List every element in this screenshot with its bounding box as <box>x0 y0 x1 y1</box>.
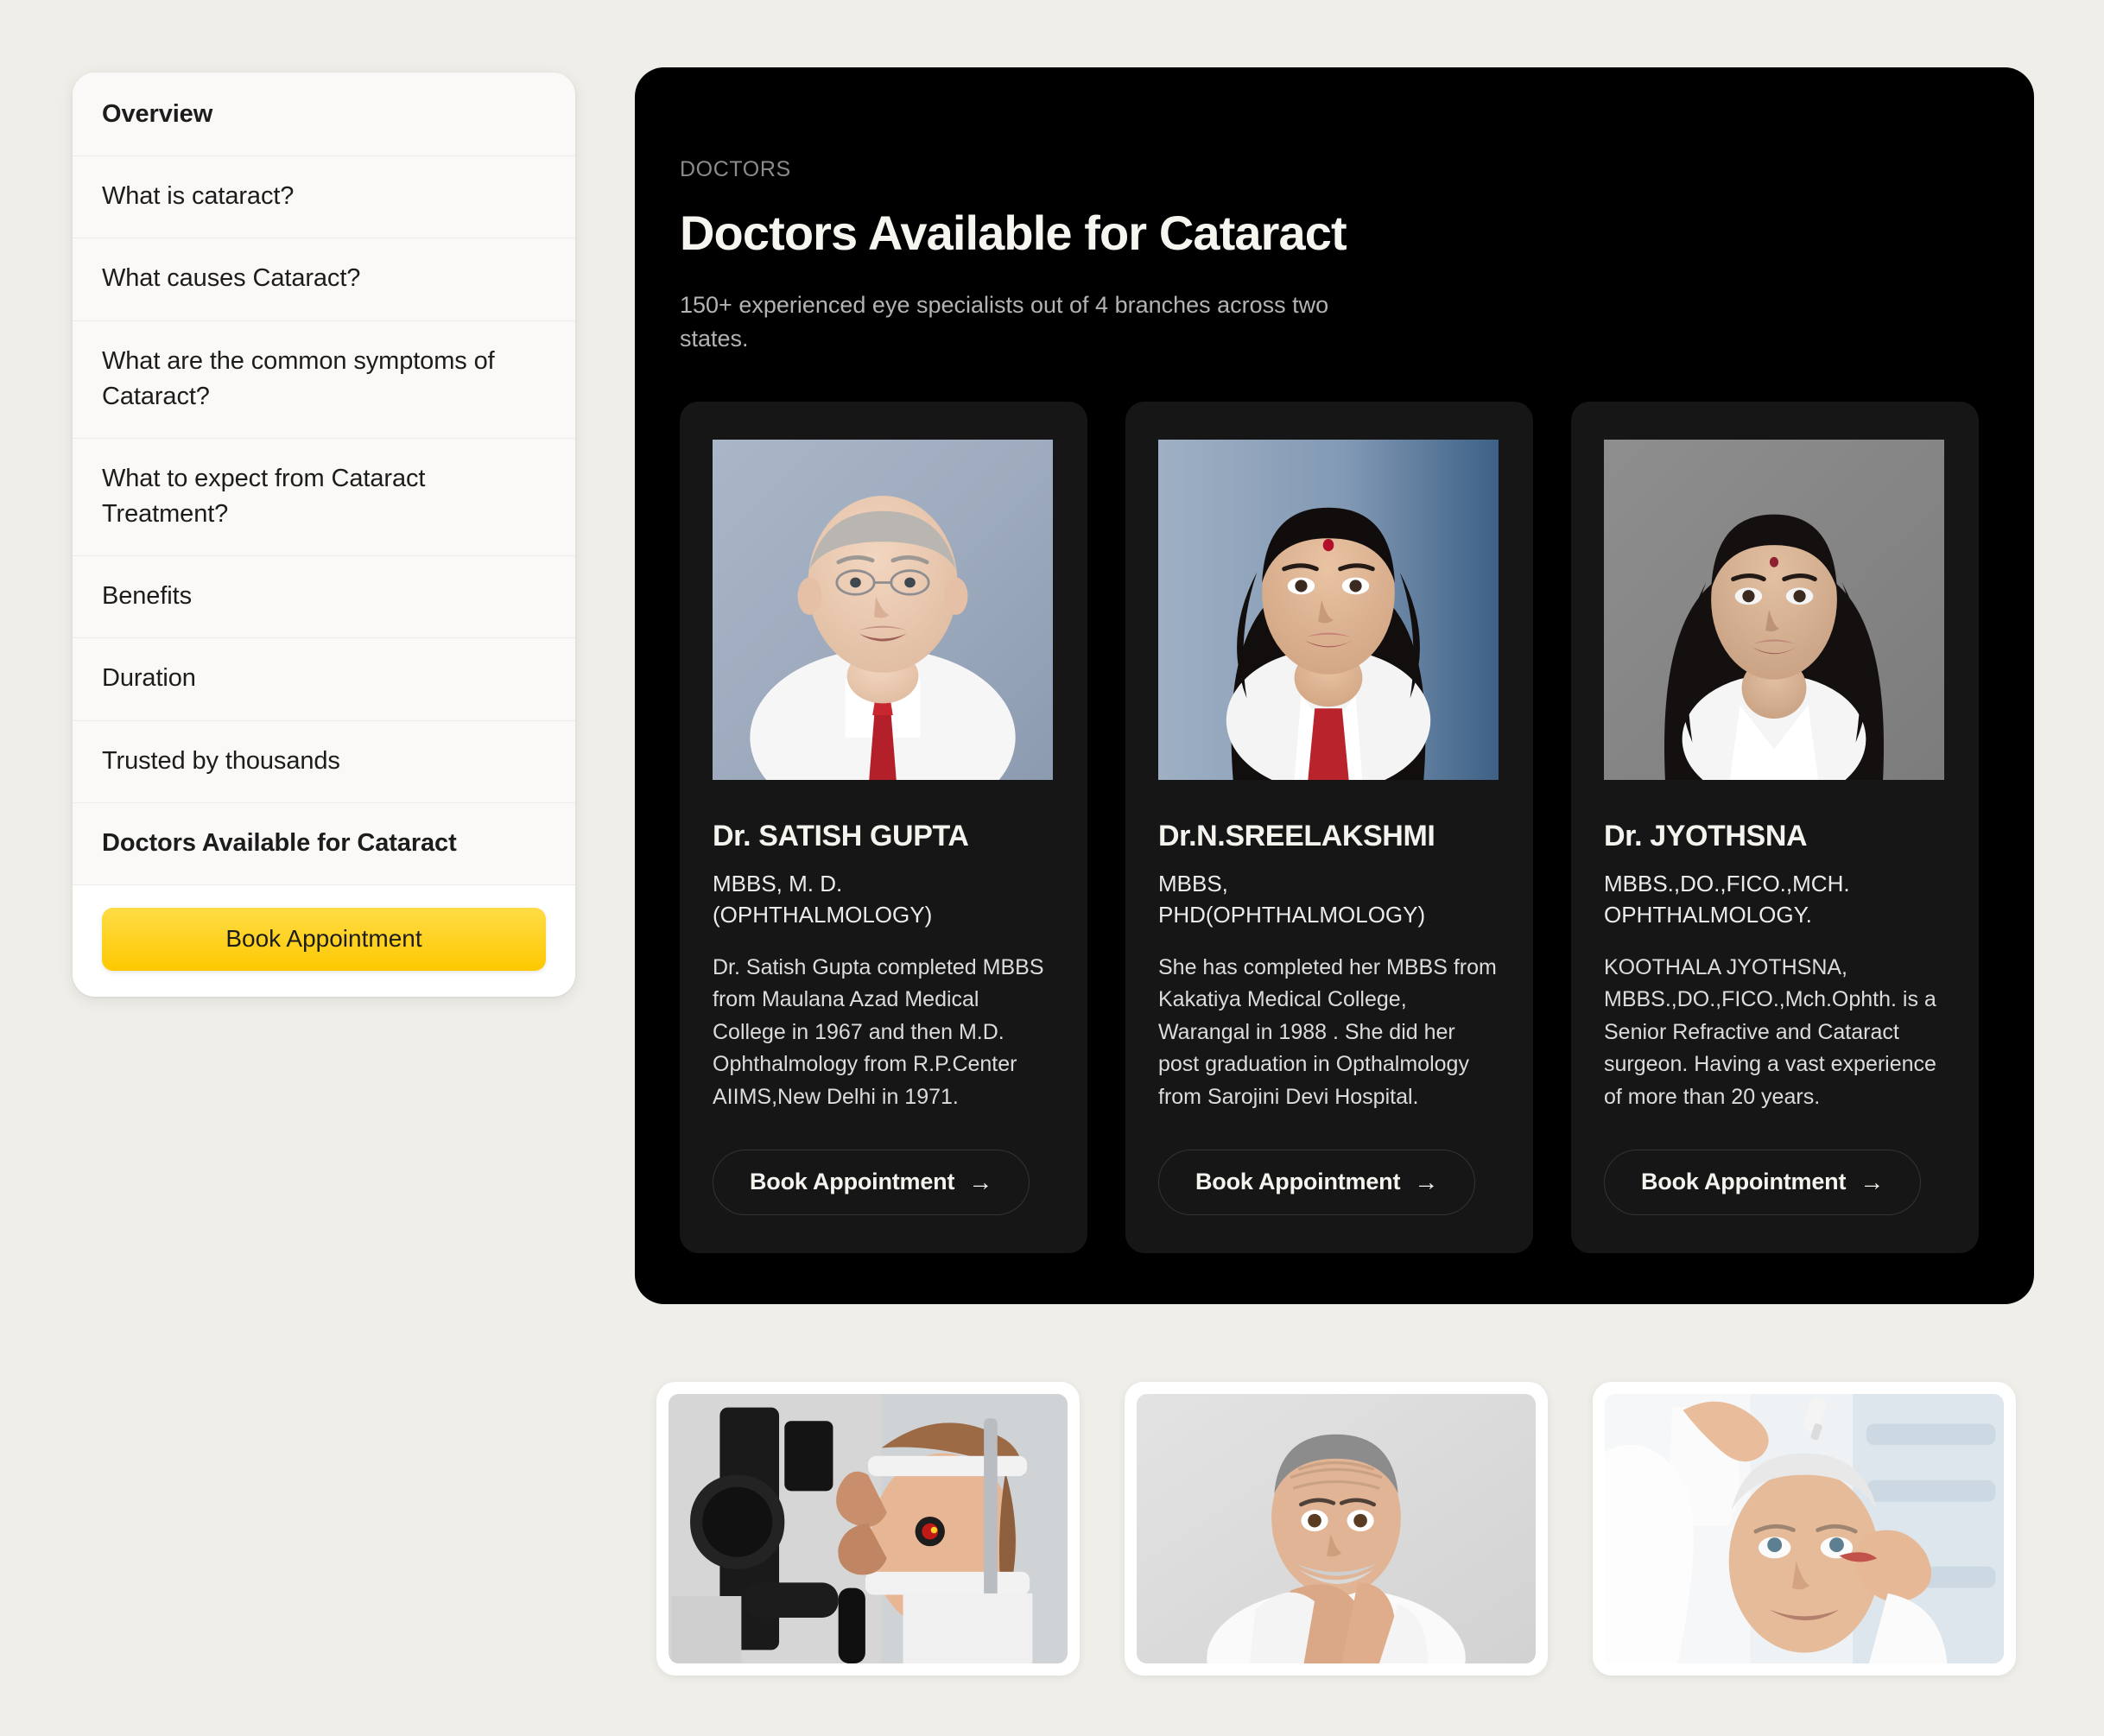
doctor-qualification: MBBS.,DO.,FICO.,MCH. OPHTHALMOLOGY. <box>1604 870 1850 928</box>
sidebar-item-label: What to expect from Cataract Treatment? <box>102 464 426 529</box>
sidebar-cta-container: Book Appointment <box>73 884 575 978</box>
page-root: Overview What is cataract? What causes C… <box>0 0 2104 1736</box>
doctor-applying-eye-drops-image <box>1605 1394 2004 1663</box>
doctor-book-appointment-button[interactable]: Book Appointment → <box>1158 1150 1476 1216</box>
doctor-photo-satish-gupta <box>713 439 1053 780</box>
gallery-thumbnail-row <box>656 1382 2016 1676</box>
sidebar-item-what-causes-cataract[interactable]: What causes Cataract? <box>73 238 575 321</box>
doctor-card: Dr.N.SREELAKSHMI MBBS, PHD(OPHTHALMOLOGY… <box>1125 401 1533 1254</box>
sidebar-item-label: What are the common symptoms of Cataract… <box>102 346 495 410</box>
book-appointment-button[interactable]: Book Appointment <box>102 907 546 971</box>
doctor-name: Dr. SATISH GUPTA <box>713 819 969 852</box>
sidebar-item-label: What causes Cataract? <box>102 264 361 293</box>
gallery-thumbnail[interactable] <box>1125 1382 1548 1676</box>
sidebar-item-benefits[interactable]: Benefits <box>73 556 575 639</box>
doctor-book-appointment-button[interactable]: Book Appointment → <box>713 1150 1030 1216</box>
doctor-book-appointment-label: Book Appointment <box>1195 1169 1401 1195</box>
doctor-name: Dr.N.SREELAKSHMI <box>1158 819 1435 852</box>
older-man-concerned-about-vision-image <box>1137 1394 1536 1663</box>
sidebar-item-label: Benefits <box>102 582 192 611</box>
doctor-photo-jyothsna <box>1604 439 1944 780</box>
slit-lamp-eye-examination-image <box>669 1394 1068 1663</box>
sidebar-item-label: Overview <box>102 100 213 128</box>
panel-eyebrow: DOCTORS <box>680 157 791 181</box>
sidebar-item-trusted-by-thousands[interactable]: Trusted by thousands <box>73 721 575 803</box>
sidebar-item-label: What is cataract? <box>102 182 295 211</box>
doctor-book-appointment-button[interactable]: Book Appointment → <box>1604 1150 1922 1216</box>
arrow-right-icon: → <box>968 1168 993 1195</box>
doctor-qualification: MBBS, M. D. (OPHTHALMOLOGY) <box>713 870 933 928</box>
sidebar-item-overview[interactable]: Overview <box>73 73 575 157</box>
arrow-right-icon: → <box>1414 1168 1439 1195</box>
panel-subtitle: 150+ experienced eye specialists out of … <box>680 292 1329 352</box>
toc-list: Overview What is cataract? What causes C… <box>73 73 575 885</box>
gallery-thumbnail[interactable] <box>1593 1382 2016 1676</box>
sidebar-item-common-symptoms[interactable]: What are the common symptoms of Cataract… <box>73 321 575 439</box>
doctor-name: Dr. JYOTHSNA <box>1604 819 1808 852</box>
doctor-book-appointment-label: Book Appointment <box>1641 1169 1847 1195</box>
doctor-bio: KOOTHALA JYOTHSNA, MBBS.,DO.,FICO.,Mch.O… <box>1604 954 1936 1109</box>
doctor-bio: Dr. Satish Gupta completed MBBS from Mau… <box>713 954 1044 1109</box>
doctor-photo-n-sreelakshmi <box>1158 439 1499 780</box>
page-title: Doctors Available for Cataract <box>680 206 1347 260</box>
doctor-book-appointment-label: Book Appointment <box>750 1169 955 1195</box>
sidebar-item-label: Duration <box>102 664 196 693</box>
doctor-card: Dr. SATISH GUPTA MBBS, M. D. (OPHTHALMOL… <box>680 401 1087 1254</box>
arrow-right-icon: → <box>1860 1168 1885 1195</box>
gallery-thumbnail[interactable] <box>656 1382 1080 1676</box>
sidebar-item-what-to-expect[interactable]: What to expect from Cataract Treatment? <box>73 439 575 557</box>
doctor-cards-row: Dr. SATISH GUPTA MBBS, M. D. (OPHTHALMOL… <box>680 401 1989 1254</box>
sidebar-item-label: Doctors Available for Cataract <box>102 828 457 857</box>
sidebar-item-label: Trusted by thousands <box>102 746 340 775</box>
sidebar-item-duration[interactable]: Duration <box>73 638 575 721</box>
doctors-panel: DOCTORS Doctors Available for Cataract 1… <box>635 67 2034 1304</box>
doctor-bio: She has completed her MBBS from Kakatiya… <box>1158 954 1497 1109</box>
doctor-qualification: MBBS, PHD(OPHTHALMOLOGY) <box>1158 870 1426 928</box>
sidebar-item-what-is-cataract[interactable]: What is cataract? <box>73 156 575 239</box>
table-of-contents-sidebar: Overview What is cataract? What causes C… <box>73 73 575 997</box>
sidebar-item-doctors-available[interactable]: Doctors Available for Cataract <box>73 803 575 885</box>
doctor-card: Dr. JYOTHSNA MBBS.,DO.,FICO.,MCH. OPHTHA… <box>1571 401 1979 1254</box>
